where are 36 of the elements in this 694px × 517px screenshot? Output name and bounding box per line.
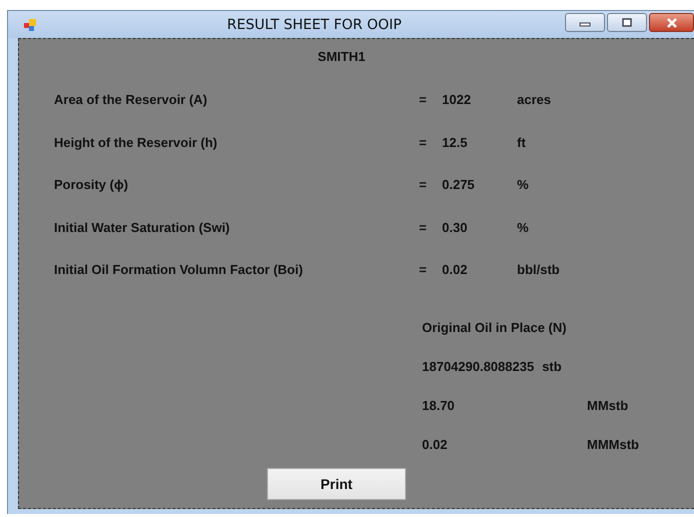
parameter-label: Initial Water Saturation (Swi) xyxy=(54,220,231,234)
window-title: RESULT SHEET FOR OOIP xyxy=(227,16,402,32)
parameter-value: 0.275 xyxy=(442,177,476,192)
equals-sign: = xyxy=(419,134,428,150)
result-value: 0.02 xyxy=(422,437,448,452)
unit-label: ft xyxy=(517,134,527,150)
parameter-label: Initial Oil Formation Volumn Factor (Boi) xyxy=(54,262,304,277)
result-unit: MMMstb xyxy=(587,437,639,452)
well-name: SMITH1 xyxy=(316,49,366,64)
close-icon xyxy=(666,18,678,28)
unit-label: % xyxy=(517,177,530,192)
parameter-value: 1022 xyxy=(442,92,472,107)
result-value: 18704290.8088235 xyxy=(422,359,534,374)
parameter-label: Height of the Reservoir (h) xyxy=(54,134,218,150)
equals-sign: = xyxy=(419,220,428,234)
maximize-button[interactable] xyxy=(607,13,647,32)
parameter-label: Area of the Reservoir (A) xyxy=(54,92,208,107)
parameter-value: 0.02 xyxy=(442,262,468,277)
unit-label: bbl/stb xyxy=(517,262,561,277)
equals-sign: = xyxy=(419,177,428,192)
parameter-value: 12.5 xyxy=(442,134,468,150)
minimize-button[interactable] xyxy=(565,13,605,32)
unit-label: % xyxy=(517,220,530,234)
result-unit: stb xyxy=(542,359,562,374)
parameter-label: Porosity (ϕ) xyxy=(54,177,130,192)
equals-sign: = xyxy=(419,262,428,277)
result-title: Original Oil in Place (N) xyxy=(422,320,568,335)
close-button[interactable] xyxy=(649,13,694,32)
result-unit: MMstb xyxy=(587,398,628,413)
equals-sign: = xyxy=(419,92,428,107)
parameter-value: 0.30 xyxy=(442,220,468,234)
app-icon xyxy=(23,18,37,32)
maximize-icon xyxy=(621,18,633,28)
print-button[interactable]: Print xyxy=(267,468,406,500)
result-value: 18.70 xyxy=(422,398,456,413)
unit-label: acres xyxy=(517,92,552,107)
